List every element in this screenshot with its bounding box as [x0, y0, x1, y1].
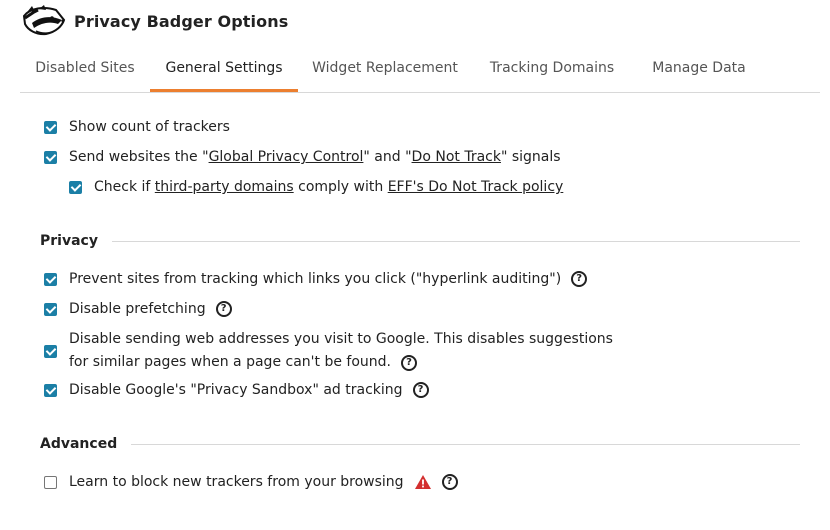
tab-general-settings[interactable]: General Settings	[150, 44, 298, 92]
question-circle-icon[interactable]: ?	[412, 382, 429, 398]
app-header: Privacy Badger Options	[22, 4, 288, 38]
privacy-sandbox-checkbox[interactable]	[44, 383, 57, 397]
show-count-checkbox[interactable]	[44, 120, 57, 134]
badger-logo-icon	[22, 5, 66, 36]
check-dnt-checkbox[interactable]	[69, 180, 82, 194]
google-alternate-error-line2: for similar pages when a page can't be f…	[69, 354, 391, 370]
tab-manage-data[interactable]: Manage Data	[632, 44, 766, 92]
google-alternate-error-checkbox[interactable]	[44, 344, 57, 358]
option-learn-trackers: Learn to block new trackers from your br…	[44, 474, 458, 490]
hyperlink-auditing-checkbox[interactable]	[44, 272, 57, 286]
option-check-dnt: Check if third-party domains comply with…	[69, 179, 563, 195]
hyperlink-auditing-label: Prevent sites from tracking which links …	[69, 271, 562, 287]
question-circle-icon[interactable]: ?	[441, 474, 458, 490]
check-dnt-text-mid: comply with	[293, 179, 388, 195]
tab-disabled-sites[interactable]: Disabled Sites	[20, 44, 150, 92]
disable-prefetch-label: Disable prefetching	[69, 301, 206, 317]
advanced-section-title: Advanced	[40, 436, 118, 452]
tab-tracking-domains[interactable]: Tracking Domains	[472, 44, 632, 92]
privacy-sandbox-label: Disable Google's "Privacy Sandbox" ad tr…	[69, 382, 403, 398]
option-hyperlink-auditing: Prevent sites from tracking which links …	[44, 271, 588, 287]
app-title: Privacy Badger Options	[74, 11, 289, 31]
google-alternate-error-line1: Disable sending web addresses you visit …	[69, 331, 613, 347]
privacy-section-title: Privacy	[40, 233, 98, 249]
learn-trackers-checkbox[interactable]	[44, 475, 57, 489]
eff-dnt-policy-link[interactable]: EFF's Do Not Track policy	[388, 179, 564, 195]
advanced-section-header: Advanced	[40, 436, 800, 452]
global-privacy-control-link[interactable]: Global Privacy Control	[209, 149, 364, 165]
question-circle-icon[interactable]: ?	[215, 301, 232, 317]
section-divider	[111, 240, 800, 242]
send-signals-text-mid: " and "	[363, 149, 412, 165]
send-signals-checkbox[interactable]	[44, 150, 57, 164]
tab-bar: Disabled Sites General Settings Widget R…	[20, 44, 820, 93]
privacy-section-header: Privacy	[40, 233, 800, 249]
send-signals-text-pre: Send websites the "	[69, 149, 209, 165]
send-signals-text-post: " signals	[500, 149, 561, 165]
option-send-signals: Send websites the " Global Privacy Contro…	[44, 149, 561, 165]
warning-triangle-icon	[414, 475, 431, 489]
option-show-count: Show count of trackers	[44, 119, 230, 135]
option-google-alternate-error: Disable sending web addresses you visit …	[44, 328, 613, 374]
learn-trackers-label: Learn to block new trackers from your br…	[69, 474, 404, 490]
do-not-track-link[interactable]: Do Not Track	[412, 149, 501, 165]
question-circle-icon[interactable]: ?	[571, 271, 588, 287]
option-privacy-sandbox: Disable Google's "Privacy Sandbox" ad tr…	[44, 382, 429, 398]
show-count-label: Show count of trackers	[69, 119, 230, 135]
section-divider	[131, 443, 800, 445]
disable-prefetch-checkbox[interactable]	[44, 302, 57, 316]
third-party-domains-link[interactable]: third-party domains	[155, 179, 294, 195]
check-dnt-text-pre: Check if	[94, 179, 155, 195]
question-circle-icon[interactable]: ?	[400, 354, 417, 371]
option-disable-prefetch: Disable prefetching ?	[44, 301, 232, 317]
tab-widget-replacement[interactable]: Widget Replacement	[298, 44, 472, 92]
